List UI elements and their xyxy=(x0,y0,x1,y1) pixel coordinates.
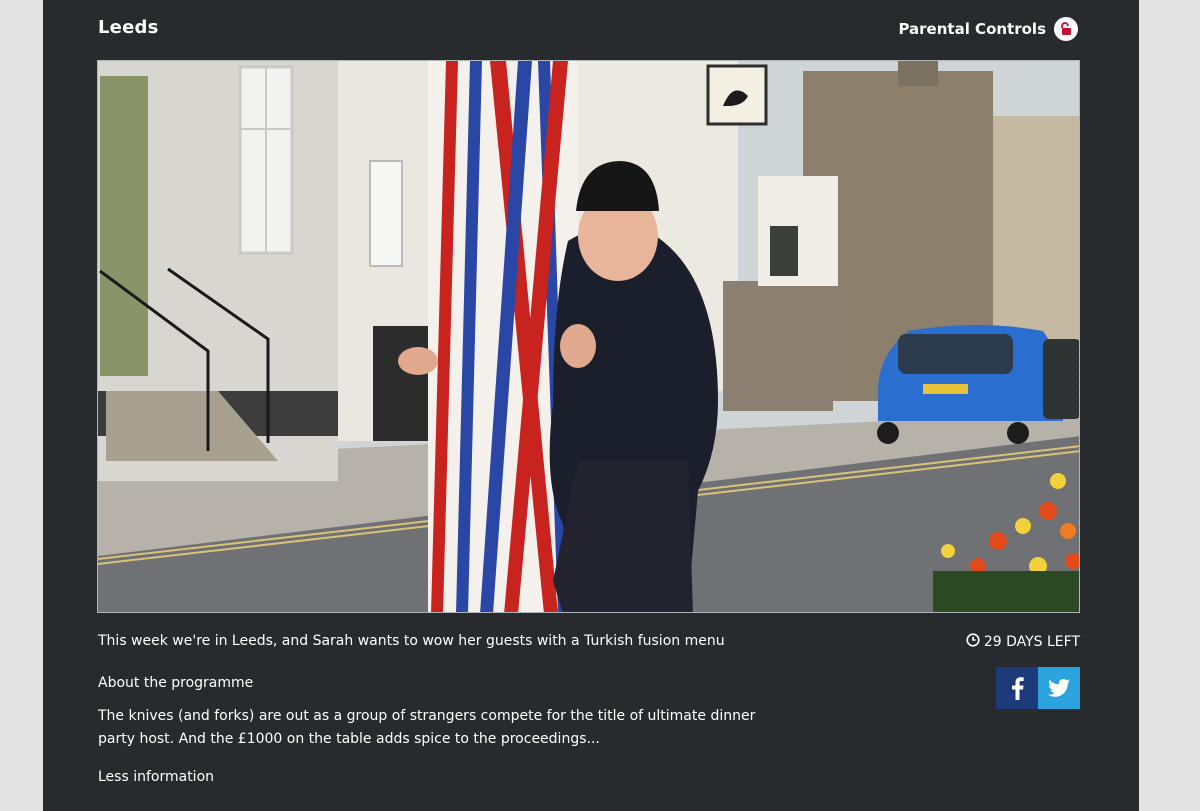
episode-synopsis: This week we're in Leeds, and Sarah want… xyxy=(98,633,725,649)
about-description: The knives (and forks) are out as a grou… xyxy=(98,708,756,747)
programme-panel: Leeds Parental Controls This week we're … xyxy=(43,0,1139,811)
twitter-icon xyxy=(1048,679,1070,697)
video-frame xyxy=(98,61,1079,612)
parental-controls-label: Parental Controls xyxy=(898,20,1046,38)
parental-controls-button[interactable]: Parental Controls xyxy=(898,15,1078,43)
share-buttons xyxy=(996,667,1080,709)
less-information-link[interactable]: Less information xyxy=(98,769,214,785)
about-heading: About the programme xyxy=(98,675,254,691)
lock-icon xyxy=(1054,17,1078,41)
days-left-text: 29 DAYS LEFT xyxy=(983,634,1080,650)
facebook-share-button[interactable] xyxy=(996,667,1038,709)
video-player[interactable] xyxy=(97,60,1080,613)
clock-icon xyxy=(966,633,980,651)
availability-badge: 29 DAYS LEFT xyxy=(966,633,1080,651)
page-title: Leeds xyxy=(98,17,159,38)
twitter-share-button[interactable] xyxy=(1038,667,1080,709)
facebook-icon xyxy=(1012,677,1024,700)
